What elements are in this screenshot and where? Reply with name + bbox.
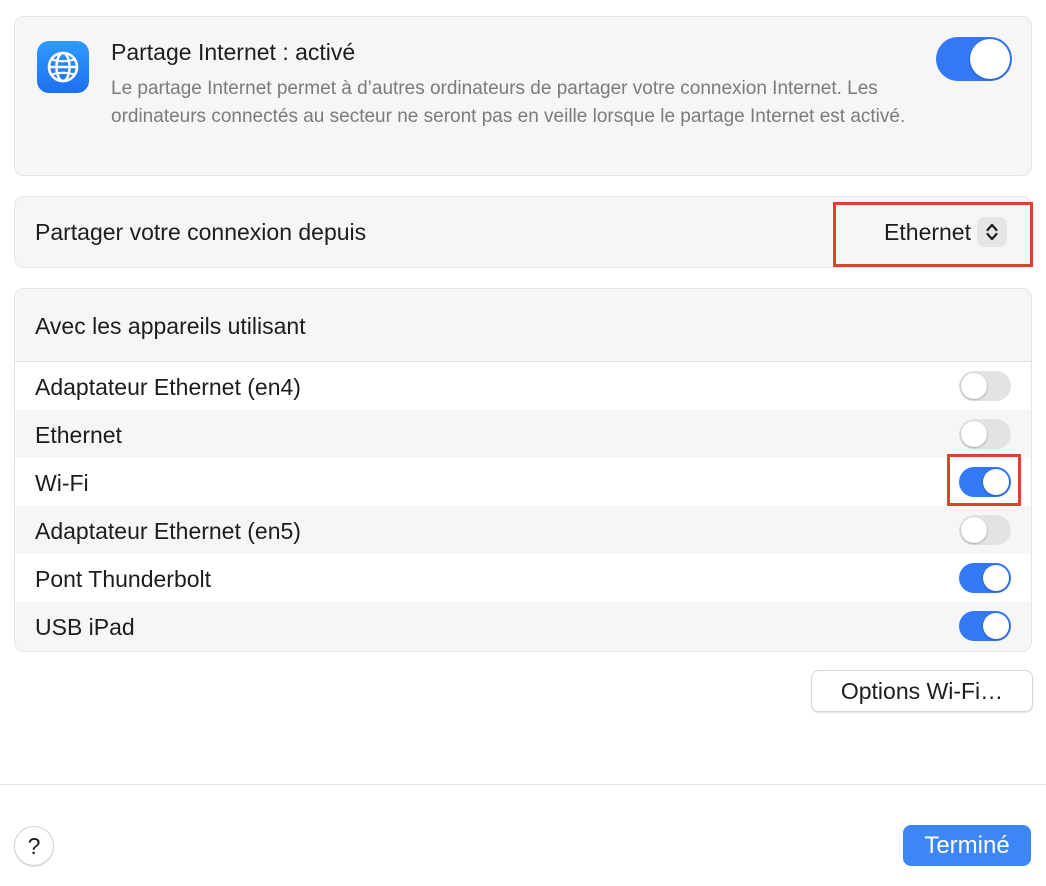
device-row: Pont Thunderbolt	[15, 554, 1031, 602]
device-row: Adaptateur Ethernet (en5)	[15, 506, 1031, 554]
device-toggle-ethernet[interactable]	[959, 419, 1011, 449]
devices-header: Avec les appareils utilisant	[35, 313, 306, 339]
device-label: Wi-Fi	[35, 470, 89, 496]
share-from-select[interactable]: Ethernet	[884, 217, 1007, 247]
internet-sharing-title: Partage Internet : activé	[111, 39, 356, 65]
device-toggle-usb-ipad[interactable]	[959, 611, 1011, 641]
toggle-knob	[983, 565, 1009, 591]
help-button[interactable]: ?	[14, 826, 54, 866]
chevron-up-down-icon	[977, 217, 1007, 247]
device-label: Ethernet	[35, 422, 122, 448]
toggle-knob	[983, 613, 1009, 639]
toggle-knob	[961, 421, 987, 447]
device-toggle-en5[interactable]	[959, 515, 1011, 545]
device-row: Ethernet	[15, 410, 1031, 458]
devices-card: Avec les appareils utilisant Adaptateur …	[14, 288, 1032, 652]
device-row: Adaptateur Ethernet (en4)	[15, 362, 1031, 410]
share-from-selected-value: Ethernet	[884, 218, 971, 245]
device-toggle-wifi[interactable]	[959, 467, 1011, 497]
device-toggle-en4[interactable]	[959, 371, 1011, 401]
globe-icon	[37, 41, 89, 93]
toggle-knob	[961, 517, 987, 543]
device-label: USB iPad	[35, 614, 135, 640]
device-row: USB iPad	[15, 602, 1031, 650]
device-label: Adaptateur Ethernet (en4)	[35, 374, 301, 400]
device-toggle-thunderbolt[interactable]	[959, 563, 1011, 593]
toggle-knob	[970, 39, 1010, 79]
share-from-label: Partager votre connexion depuis	[35, 219, 367, 245]
device-row: Wi-Fi	[15, 458, 1031, 506]
wifi-options-button[interactable]: Options Wi-Fi…	[811, 670, 1033, 712]
device-label: Adaptateur Ethernet (en5)	[35, 518, 301, 544]
toggle-knob	[983, 469, 1009, 495]
done-button[interactable]: Terminé	[903, 825, 1031, 866]
divider	[0, 784, 1046, 785]
device-label: Pont Thunderbolt	[35, 566, 212, 592]
internet-sharing-description: Le partage Internet permet à d’autres or…	[111, 78, 906, 127]
internet-sharing-card: Partage Internet : activé Le partage Int…	[14, 16, 1032, 176]
share-from-row: Partager votre connexion depuis Ethernet	[14, 196, 1032, 268]
toggle-knob	[961, 373, 987, 399]
internet-sharing-toggle[interactable]	[936, 37, 1012, 81]
